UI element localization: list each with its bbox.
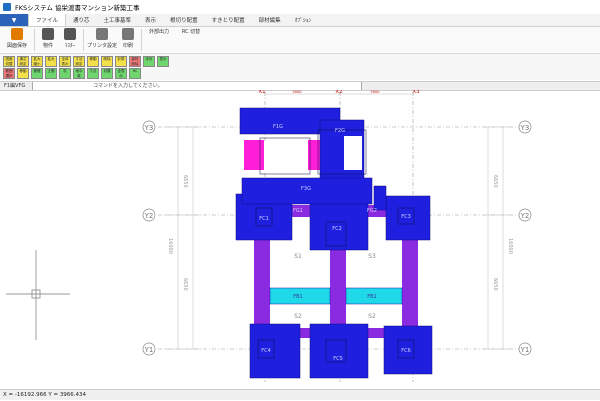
tab-earthwork[interactable]: 土工事基準 xyxy=(97,14,139,26)
dim-left-1: 6650 xyxy=(182,175,188,188)
save-drawing-button[interactable]: 図面保存 xyxy=(4,28,30,52)
axis-label-y2-left: Y2 xyxy=(144,212,154,220)
tab-options[interactable]: ｵﾌﾟｼｮﾝ xyxy=(288,14,319,26)
tool-button-6[interactable]: 移動 xyxy=(87,56,99,67)
label-fg1: FG1 xyxy=(293,208,303,214)
tool-button-2[interactable]: 拡大 縮小 xyxy=(31,56,43,67)
tab-member-edit[interactable]: 部材編集 xyxy=(252,14,288,26)
footing-x2-y2 xyxy=(309,199,369,251)
print-button[interactable]: 印刷 xyxy=(120,28,136,52)
rc-switch-button[interactable]: RC 切替 xyxy=(178,28,204,52)
app-icon xyxy=(3,3,11,11)
drawing-canvas[interactable]: Y3 Y2 Y1 Y3 Y2 Y1 X1 X2 X3 5000 5000 665… xyxy=(0,90,600,388)
tool-button-10[interactable]: 手計 xyxy=(143,56,155,67)
tool-button-11[interactable]: 表示 xyxy=(157,56,169,67)
axis-label-y1-right: Y1 xyxy=(520,346,530,354)
tool-button-15[interactable]: 土間 xyxy=(45,68,57,79)
command-input[interactable]: コマンドを入力してください。 xyxy=(32,82,362,90)
tool-button-19[interactable]: 切替 xyxy=(101,68,113,79)
label-s3: S3 xyxy=(368,253,376,260)
axis-label-x1: X1 xyxy=(258,90,265,95)
ribbon-divider xyxy=(141,29,142,51)
dim-top-2: 5000 xyxy=(371,90,380,94)
label-fg2: FG2 xyxy=(367,208,377,214)
dim-left-2: 6650 xyxy=(182,278,188,291)
footing-magenta-left xyxy=(244,140,264,170)
label-f2g: F2G xyxy=(335,128,345,134)
property-icon xyxy=(42,28,54,40)
tool-button-12[interactable]: 範囲 選択 xyxy=(3,68,15,79)
tool-button-14[interactable]: 基礎 xyxy=(31,68,43,79)
master-icon xyxy=(64,28,76,40)
tool-button-17[interactable]: 地中梁 xyxy=(73,68,85,79)
axis-label-y3-right: Y3 xyxy=(520,124,530,132)
axis-label-x2: X2 xyxy=(335,90,342,95)
property-button[interactable]: 物件 xyxy=(38,28,58,52)
tool-button-5[interactable]: 寸法 設定 xyxy=(73,56,85,67)
app-menu-button[interactable]: ▼ xyxy=(0,14,28,26)
menu-bar: ▼ ファイル 通り芯 土工事基準 表示 根切り配置 すきとり配置 部材編集 ｵﾌ… xyxy=(0,14,600,27)
tab-view[interactable]: 表示 xyxy=(138,14,163,26)
label-f3g: F3G xyxy=(301,186,311,192)
dim-left-total: 16000 xyxy=(167,238,173,254)
tab-skimming[interactable]: すきとり配置 xyxy=(205,14,252,26)
label-s4: S2 xyxy=(368,313,376,320)
axis-label-y3-left: Y3 xyxy=(144,124,154,132)
chevron-down-icon: ▼ xyxy=(11,16,17,24)
footing-x2-y1 xyxy=(309,323,369,379)
footing-x3-upper xyxy=(373,185,387,211)
tool-button-3[interactable]: 拡大 xyxy=(45,56,57,67)
tool-button-16[interactable]: 杭 xyxy=(59,68,71,79)
printer-settings-icon xyxy=(96,28,108,40)
label-fc4: FC4 xyxy=(261,348,271,354)
title-bar: FKSシステム 協栄渡書マンション新築工事 xyxy=(0,0,600,14)
master-button[interactable]: ﾏｽﾀｰ xyxy=(60,28,80,52)
label-s1: S1 xyxy=(294,253,302,260)
dim-right-total: 16000 xyxy=(507,238,513,254)
external-output-button[interactable]: 外部出力 xyxy=(146,28,172,52)
tab-file[interactable]: ファイル xyxy=(28,14,67,26)
ribbon-divider xyxy=(34,29,35,51)
tool-button-8[interactable]: 計算 xyxy=(115,56,127,67)
printer-settings-button[interactable]: プリンタ設定 xyxy=(86,28,118,52)
dim-right-1: 6650 xyxy=(492,175,498,188)
tab-excavation[interactable]: 根切り配置 xyxy=(163,14,205,26)
label-f1g: F1G xyxy=(273,124,283,130)
dim-top-1: 5000 xyxy=(293,90,302,94)
label-fc6: FC6 xyxy=(401,348,411,354)
save-icon xyxy=(11,28,23,40)
dim-right-2: 6650 xyxy=(492,278,498,291)
ribbon: 図面保存 物件 ﾏｽﾀｰ プリンタ設定 印刷 外部出力 RC 切替 xyxy=(0,27,600,54)
axis-label-y1-left: Y1 xyxy=(144,346,154,354)
tool-button-4[interactable]: 全体 表示 xyxy=(59,56,71,67)
label-fc2: FC2 xyxy=(332,226,342,232)
tool-button-0[interactable]: 図面 切替 xyxy=(3,56,15,67)
tool-button-18[interactable]: 寸法 xyxy=(87,68,99,79)
window-title: FKSシステム 協栄渡書マンション新築工事 xyxy=(15,4,140,12)
status-bar: X = -16192.966 Y = 3966.434 xyxy=(0,389,600,400)
axis-label-y2-right: Y2 xyxy=(520,212,530,220)
label-fc1: FC1 xyxy=(259,216,269,222)
footing-x1-y1 xyxy=(249,323,301,379)
label-fb1-right: FB1 xyxy=(367,294,377,300)
tool-button-20[interactable]: 全表示 xyxy=(115,68,127,79)
printer-icon xyxy=(122,28,134,40)
axis-label-x3: X3 xyxy=(412,90,420,95)
tool-button-9[interactable]: 部材 削除 xyxy=(129,56,141,67)
tool-button-21[interactable]: RC xyxy=(129,68,141,79)
tab-grid-lines[interactable]: 通り芯 xyxy=(66,14,97,26)
tool-button-7[interactable]: 削除 xyxy=(101,56,113,67)
tool-palette: 図面 切替 通芯 設定 拡大 縮小 拡大 全体 表示 寸法 設定 移動 削除 計算 部材 削除 手計… xyxy=(0,54,600,80)
ribbon-divider xyxy=(83,29,84,51)
label-fc5: FC5 xyxy=(333,356,343,362)
tool-button-13[interactable]: 移動 xyxy=(17,68,29,79)
command-label: F1編VFG xyxy=(4,83,26,89)
label-fc3: FC3 xyxy=(401,214,411,220)
label-s2: S2 xyxy=(294,313,302,320)
crosshair-cursor xyxy=(6,250,70,340)
tool-button-1[interactable]: 通芯 設定 xyxy=(17,56,29,67)
label-fb1-left: FB1 xyxy=(293,294,303,300)
